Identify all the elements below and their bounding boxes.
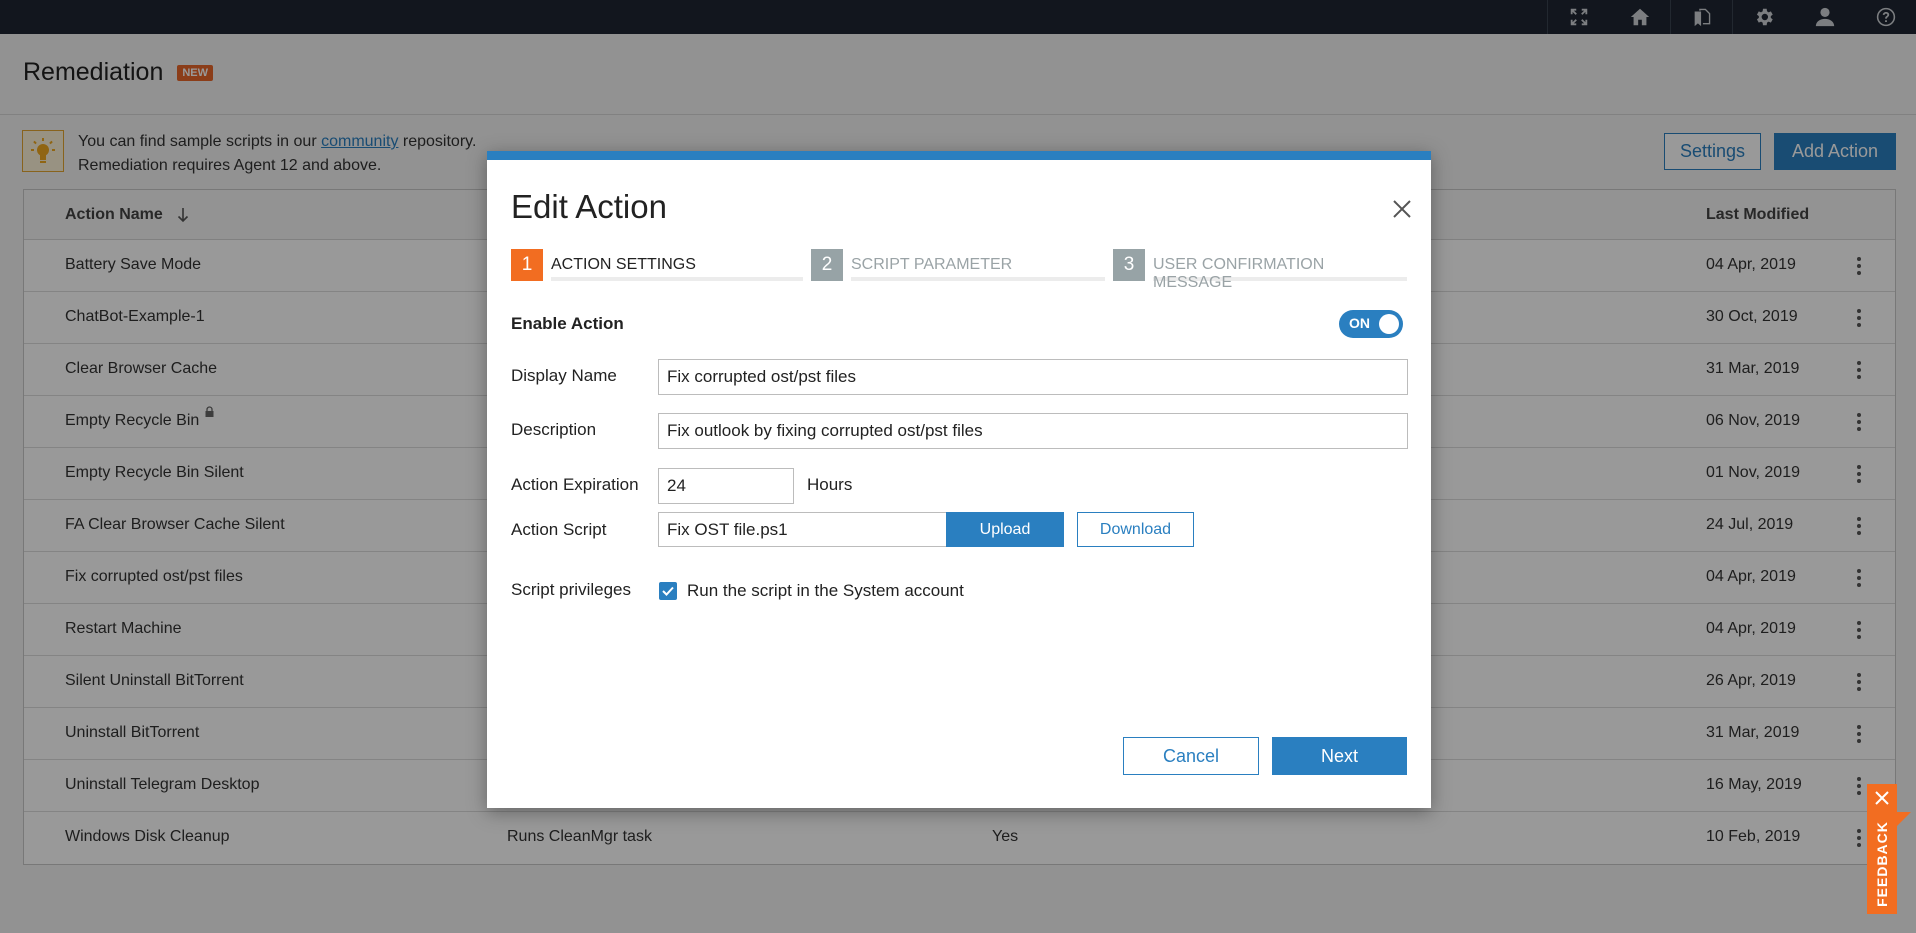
script-privileges-label: Script privileges: [511, 580, 631, 599]
step-user-confirmation-message[interactable]: 3 USER CONFIRMATION MESSAGE: [1113, 249, 1407, 291]
system-account-checkbox[interactable]: [659, 582, 677, 600]
enable-action-toggle[interactable]: ON: [1339, 310, 1403, 338]
download-button[interactable]: Download: [1077, 512, 1194, 547]
action-expiration-input[interactable]: [658, 468, 794, 504]
enable-action-label: Enable Action: [511, 314, 624, 333]
upload-button[interactable]: Upload: [946, 512, 1064, 547]
wizard-steps: 1 ACTION SETTINGS 2 SCRIPT PARAMETER 3 U…: [511, 249, 1415, 291]
display-name-input[interactable]: [658, 359, 1408, 395]
action-expiration-label: Action Expiration: [511, 475, 639, 494]
feedback-tail: [1897, 812, 1911, 826]
description-input[interactable]: [658, 413, 1408, 449]
next-button[interactable]: Next: [1272, 737, 1407, 775]
step-label: ACTION SETTINGS: [551, 249, 803, 281]
action-script-input[interactable]: [658, 512, 947, 547]
toggle-state: ON: [1349, 315, 1370, 331]
step-action-settings[interactable]: 1 ACTION SETTINGS: [511, 249, 803, 281]
step-label: USER CONFIRMATION MESSAGE: [1153, 249, 1407, 291]
description-label: Description: [511, 420, 597, 439]
cancel-button[interactable]: Cancel: [1123, 737, 1259, 775]
step-script-parameter[interactable]: 2 SCRIPT PARAMETER: [811, 249, 1105, 281]
display-name-label: Display Name: [511, 366, 617, 385]
close-icon[interactable]: [1391, 198, 1413, 220]
feedback-label: FEEDBACK: [1874, 821, 1890, 907]
close-icon[interactable]: [1874, 790, 1890, 806]
feedback-tab[interactable]: FEEDBACK: [1867, 784, 1911, 914]
step-number: 3: [1113, 249, 1145, 281]
toggle-knob: [1379, 314, 1399, 334]
edit-action-dialog: Edit Action 1 ACTION SETTINGS 2 SCRIPT P…: [487, 151, 1431, 808]
checkmark-icon: [662, 586, 674, 596]
step-number: 1: [511, 249, 543, 281]
step-number: 2: [811, 249, 843, 281]
step-label: SCRIPT PARAMETER: [851, 249, 1105, 281]
dialog-title: Edit Action: [511, 188, 667, 225]
system-account-checkbox-label: Run the script in the System account: [687, 581, 964, 600]
action-script-label: Action Script: [511, 520, 607, 539]
expiration-unit: Hours: [807, 475, 853, 494]
system-account-option[interactable]: Run the script in the System account: [659, 581, 964, 601]
